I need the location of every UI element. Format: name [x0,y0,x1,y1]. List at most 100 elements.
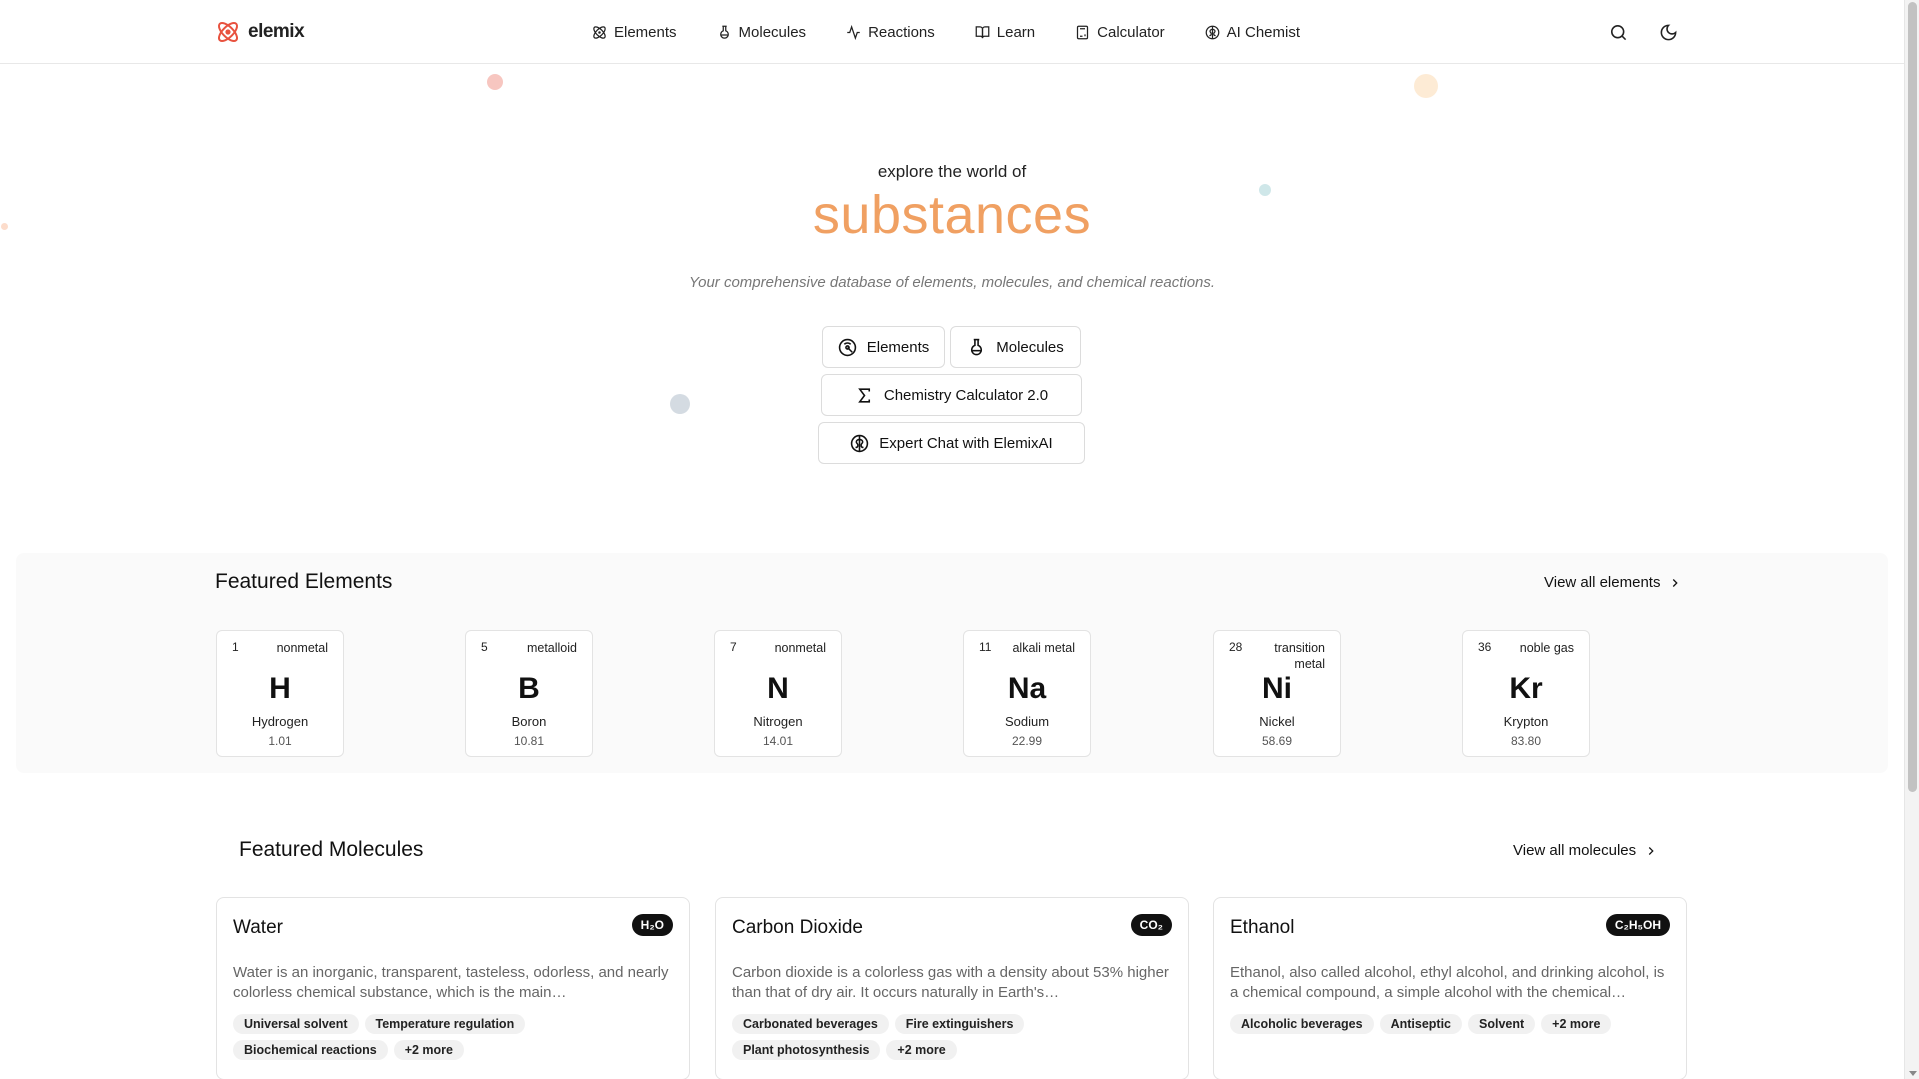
view-all-elements-link[interactable]: View all elements [1544,574,1682,591]
atomic-mass: 58.69 [1261,734,1293,748]
atomic-mass: 22.99 [1011,734,1043,748]
elements-button[interactable]: Elements [822,326,945,368]
decor-dot [670,394,690,414]
element-symbol: Ni [1262,672,1292,705]
element-name: Krypton [1503,714,1549,729]
atomic-number: 1 [232,640,239,654]
nav-reactions[interactable]: Reactions [846,22,935,42]
element-symbol: B [518,672,540,705]
nav-calculator-label: Calculator [1097,23,1165,41]
search-icon [1610,24,1626,40]
top-navbar: elemix Elements Molecules Reactions Lear… [0,0,1904,64]
page-scrollbar[interactable] [1904,0,1919,1079]
chemistry-calculator-button[interactable]: Chemistry Calculator 2.0 [821,374,1082,416]
theme-toggle-button[interactable] [1656,20,1680,44]
tag: Alcoholic beverages [1230,1014,1374,1034]
nav-ai-chemist[interactable]: AI Chemist [1205,22,1300,42]
element-category: nonmetal [276,641,328,655]
nav-calculator[interactable]: Calculator [1075,22,1165,42]
atom-logo-icon [218,22,238,42]
logo-text: elemix [248,21,305,42]
element-symbol: Kr [1509,672,1543,705]
molecules-button[interactable]: Molecules [950,326,1081,368]
formula-badge: C₂H₅OH [1605,914,1670,936]
element-category: metalloid [526,641,577,655]
molecule-name: Ethanol [1230,917,1295,938]
moon-icon [1660,24,1676,40]
atom-icon [593,25,606,39]
more-tags: +2 more [1541,1014,1612,1034]
element-name: Boron [511,714,547,729]
molecule-tags: Universal solvent Temperature regulation… [233,1014,675,1060]
molecule-name: Water [233,917,283,938]
tag: Biochemical reactions [233,1040,388,1060]
element-category: noble gas [1519,641,1574,655]
hero-description: Your comprehensive database of elements,… [688,274,1216,291]
element-symbol: H [269,672,291,705]
scroll-down-arrow-icon[interactable] [1909,1071,1917,1076]
decor-dot [1414,74,1438,98]
tag: Solvent [1468,1014,1536,1034]
chevron-right-icon [1648,846,1654,855]
element-card-nickel[interactable]: 28 transition metal Ni Nickel 58.69 [1213,630,1341,757]
atomic-number: 28 [1229,640,1243,654]
tag: Universal solvent [233,1014,359,1034]
featured-elements-title: Featured Elements [215,570,393,593]
header-actions [1606,20,1680,44]
nav-learn-label: Learn [996,23,1036,41]
expert-chat-button[interactable]: Expert Chat with ElemixAI [818,422,1085,464]
element-card-krypton[interactable]: 36 noble gas Kr Krypton 83.80 [1462,630,1590,757]
atomic-mass: 83.80 [1510,734,1542,748]
atomic-number: 5 [481,640,488,654]
nav-molecules[interactable]: Molecules [717,22,807,42]
view-all-molecules-label: View all molecules [1513,842,1637,859]
molecule-description: Ethanol, also called alcohol, ethyl alco… [1230,964,1665,1001]
atomic-mass: 10.81 [513,734,545,748]
tag: Temperature regulation [364,1014,526,1034]
nav-elements-label: Elements [614,23,677,41]
element-card-nitrogen[interactable]: 7 nonmetal N Nitrogen 14.01 [714,630,842,757]
tag: Carbonated beverages [732,1014,889,1034]
featured-molecules-title: Featured Molecules [239,838,424,861]
molecule-tags: Alcoholic beverages Antiseptic Solvent +… [1230,1014,1672,1034]
view-all-elements-label: View all elements [1544,574,1661,591]
decor-dot [487,74,503,90]
molecule-card-ethanol[interactable]: Ethanol C₂H₅OH Ethanol, also called alco… [1213,897,1687,1079]
hero-subtitle: explore the world of [877,162,1027,181]
calculator-icon [1077,25,1089,39]
view-all-molecules-link[interactable]: View all molecules [1513,842,1658,859]
activity-icon [847,24,860,40]
logo[interactable]: elemix [216,20,305,44]
tag: Antiseptic [1379,1014,1463,1034]
nav-elements[interactable]: Elements [592,22,677,42]
atomic-number: 7 [730,640,737,654]
scrollbar-thumb[interactable] [1908,2,1917,792]
molecule-card-carbon-dioxide[interactable]: Carbon Dioxide CO₂ Carbon dioxide is a c… [715,897,1189,1079]
tag: Plant photosynthesis [732,1040,881,1060]
formula-badge: CO₂ [1130,914,1172,936]
nav-molecules-label: Molecules [738,23,807,41]
flask-icon [719,25,729,39]
nav-learn[interactable]: Learn [975,22,1035,42]
elements-button-label: Elements [866,338,930,356]
search-button[interactable] [1606,20,1630,44]
atomic-number: 11 [979,640,992,654]
element-category: transition metal [1274,641,1325,671]
element-card-hydrogen[interactable]: 1 nonmetal H Hydrogen 1.01 [216,630,344,757]
atomic-number: 36 [1478,640,1492,654]
element-card-sodium[interactable]: 11 alkali metal Na Sodium 22.99 [963,630,1091,757]
brain-icon [1205,25,1220,39]
brain-icon [851,434,869,452]
element-name: Nickel [1259,714,1295,729]
element-card-boron[interactable]: 5 metalloid B Boron 10.81 [465,630,593,757]
element-name: Hydrogen [251,714,309,729]
more-tags: +2 more [393,1040,464,1060]
molecule-description: Water is an inorganic, transparent, tast… [233,964,669,1001]
molecule-card-water[interactable]: Water H₂O Water is an inorganic, transpa… [216,897,690,1079]
element-name: Sodium [1004,714,1050,729]
flask-icon [971,338,983,355]
atomic-mass: 14.01 [762,734,794,748]
tag: Fire extinguishers [894,1014,1025,1034]
element-category: nonmetal [774,641,826,655]
sigma-icon [858,387,870,403]
